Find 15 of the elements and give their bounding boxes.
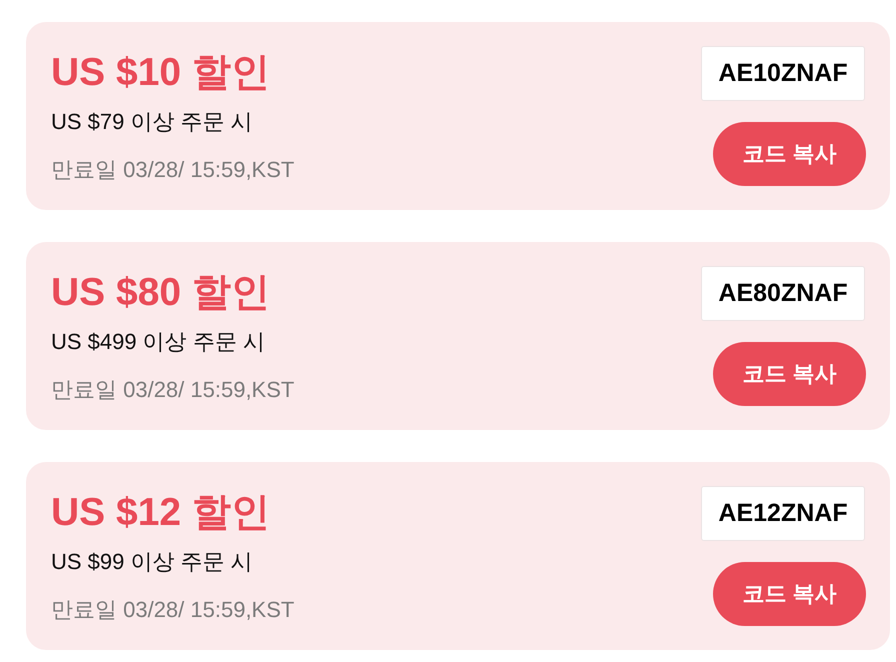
copy-code-button[interactable]: 코드 복사 xyxy=(713,122,866,186)
expiry-text: 만료일 03/28/ 15:59,KST xyxy=(51,376,294,404)
minimum-order-text: US $79 이상 주문 시 xyxy=(51,108,253,136)
expiry-text: 만료일 03/28/ 15:59,KST xyxy=(51,596,294,624)
coupon-code: AE80ZNAF xyxy=(701,266,865,321)
discount-title: US $10 할인 xyxy=(51,50,270,96)
expiry-text: 만료일 03/28/ 15:59,KST xyxy=(51,156,294,184)
copy-code-button[interactable]: 코드 복사 xyxy=(713,342,866,406)
coupon-code: AE10ZNAF xyxy=(701,46,865,101)
discount-title: US $12 할인 xyxy=(51,490,270,536)
coupon-code: AE12ZNAF xyxy=(701,486,865,541)
minimum-order-text: US $499 이상 주문 시 xyxy=(51,328,265,356)
copy-code-button[interactable]: 코드 복사 xyxy=(713,562,866,626)
discount-title: US $80 할인 xyxy=(51,270,270,316)
minimum-order-text: US $99 이상 주문 시 xyxy=(51,548,253,576)
